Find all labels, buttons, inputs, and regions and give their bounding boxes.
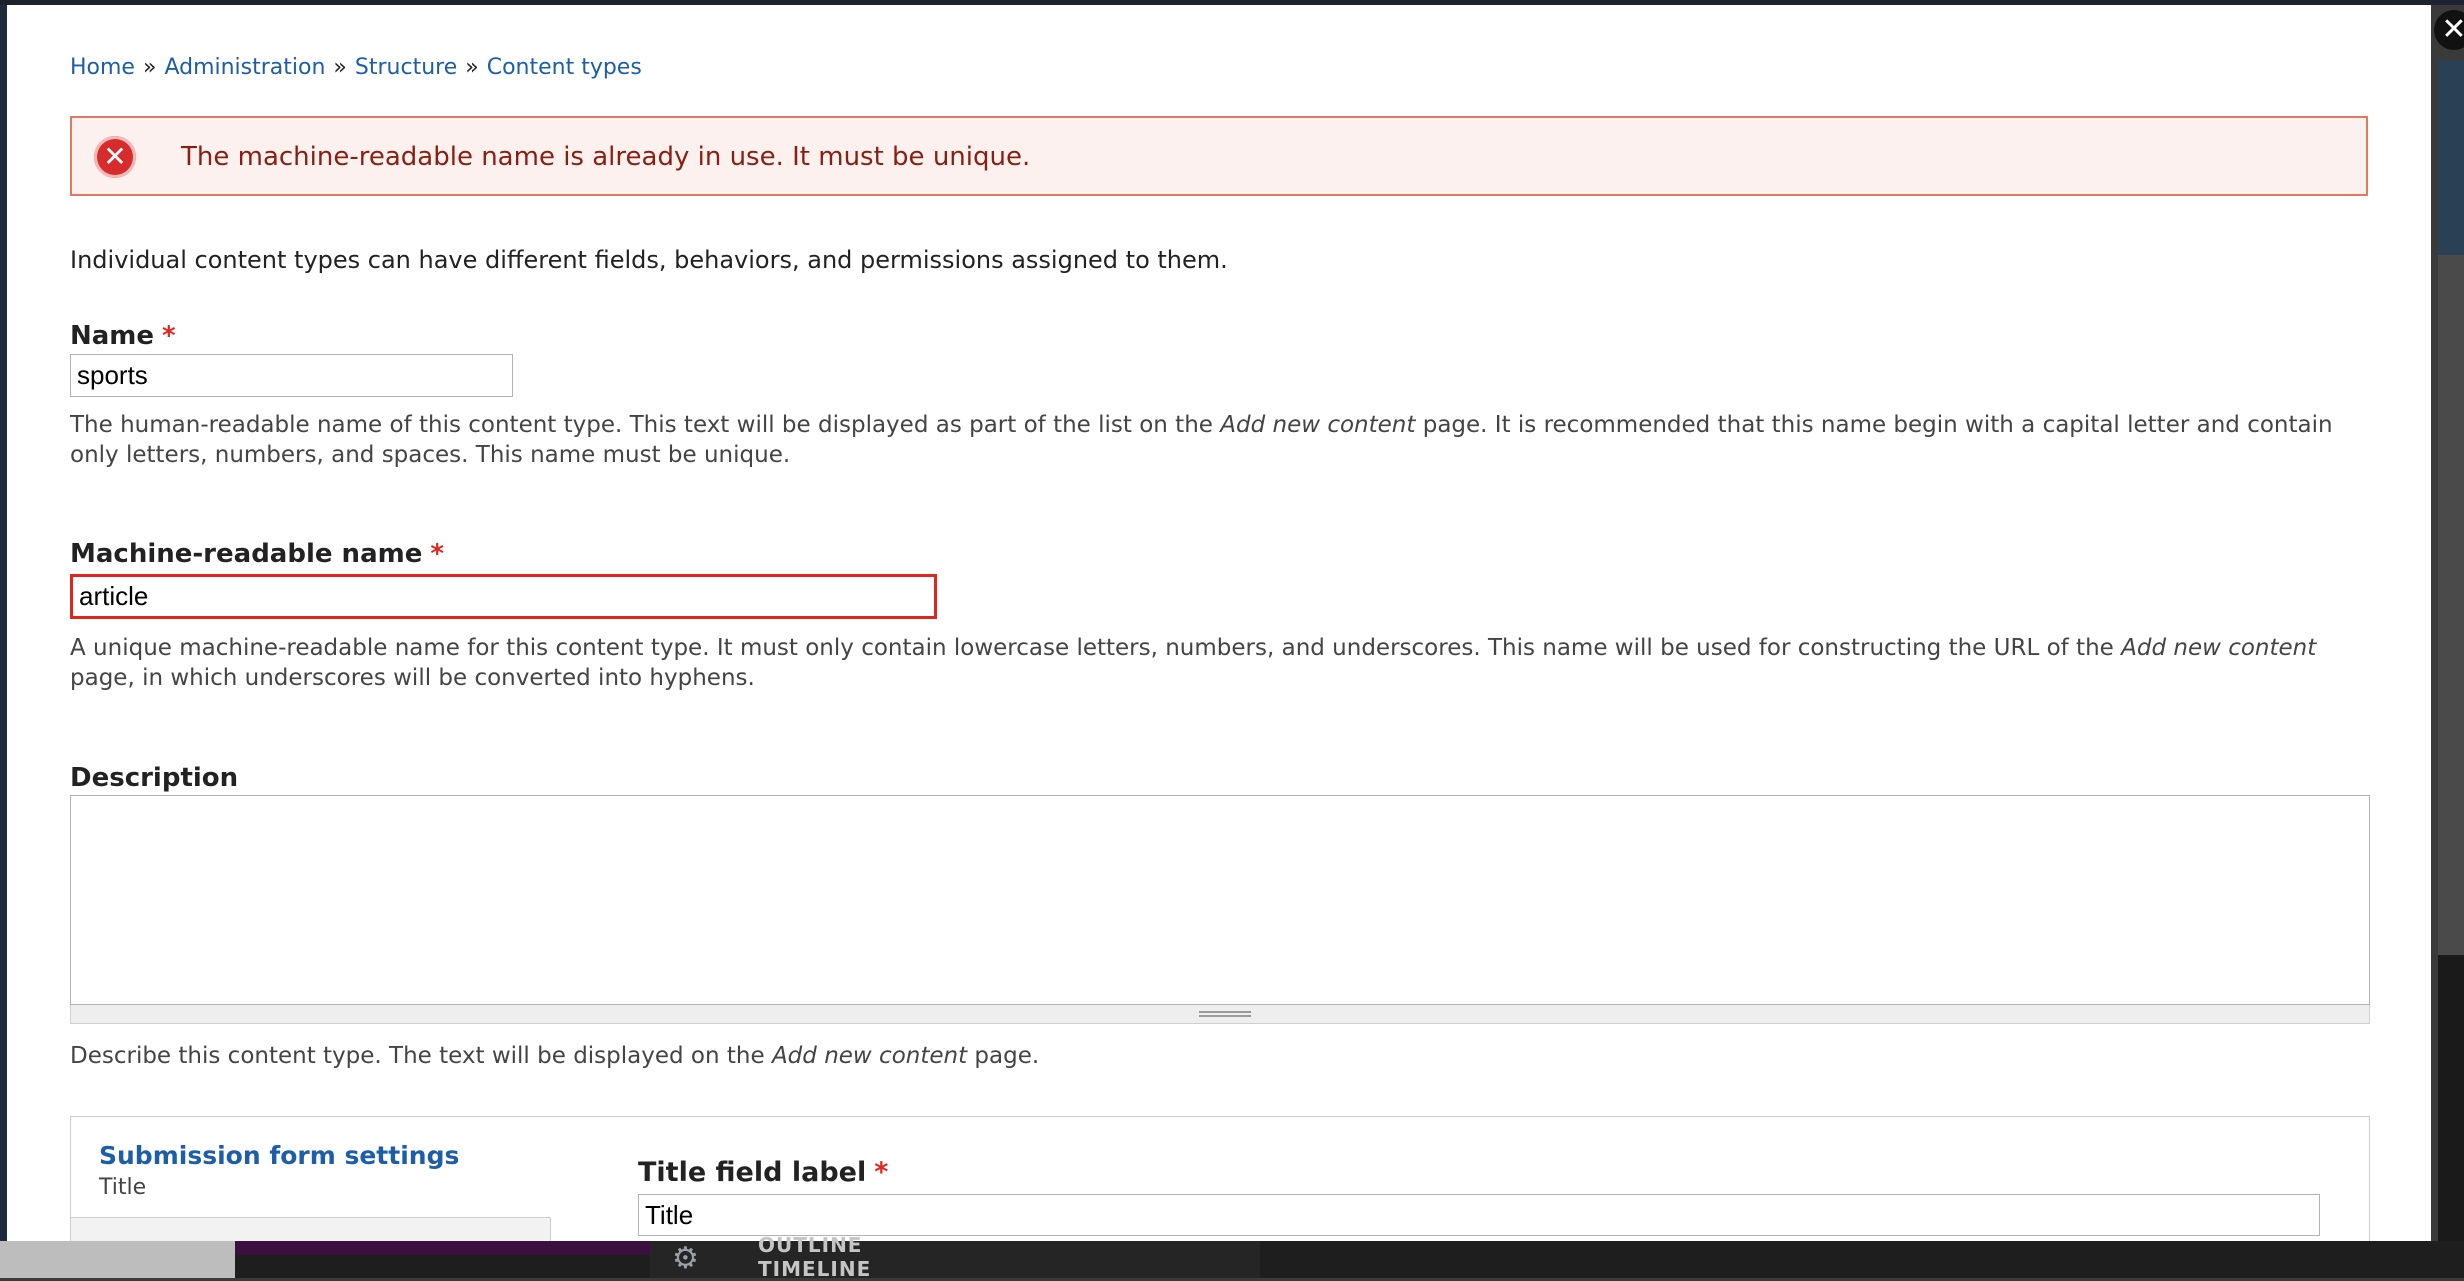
error-message-text: The machine-readable name is already in … — [181, 142, 1031, 172]
breadcrumb-home-link[interactable]: Home — [70, 55, 135, 80]
breadcrumb-separator: » — [142, 55, 157, 80]
breadcrumb-content-types-link[interactable]: Content types — [487, 55, 642, 80]
required-marker: * — [430, 539, 444, 569]
title-field-input[interactable] — [638, 1194, 2320, 1236]
background-right-strip — [2438, 60, 2464, 1278]
breadcrumb-separator: » — [333, 55, 347, 80]
textarea-resize-grip[interactable] — [70, 1005, 2370, 1024]
vertical-tabs: Submission form settings Title Title fie… — [70, 1116, 2370, 1241]
background-left-strip — [0, 0, 7, 1278]
error-x-icon: ✕ — [94, 136, 136, 178]
title-field-label: Title field label * — [638, 1157, 889, 1188]
error-message-box: ✕ The machine-readable name is already i… — [70, 116, 2368, 196]
required-marker: * — [162, 321, 176, 351]
breadcrumb: Home » Administration » Structure » Content ty… — [70, 55, 642, 80]
background-bottom-bar: ⚙ OUTLINE TIMELINE — [0, 1233, 2464, 1281]
intro-text: Individual content types can have differ… — [70, 246, 1228, 274]
description-textarea[interactable] — [70, 795, 2370, 1005]
close-dialog-icon[interactable]: ✕ — [2434, 10, 2464, 50]
required-marker: * — [874, 1157, 889, 1188]
machine-name-field-help: A unique machine-readable name for this … — [70, 635, 2317, 691]
add-content-type-dialog: Home » Administration » Structure » Content ty… — [7, 5, 2431, 1241]
tab-next-item[interactable] — [71, 1217, 551, 1241]
name-field-label: Name * — [70, 321, 176, 351]
gear-clock-icon: ⚙ — [672, 1241, 699, 1276]
tab-summary: Title — [99, 1175, 147, 1200]
breadcrumb-administration-link[interactable]: Administration — [164, 55, 325, 80]
description-field-label: Description — [70, 763, 239, 793]
breadcrumb-structure-link[interactable]: Structure — [355, 55, 457, 80]
machine-name-input[interactable] — [70, 574, 937, 619]
description-field-help: Describe this content type. The text wil… — [70, 1043, 1040, 1069]
background-side-panel: ⚙ OUTLINE TIMELINE — [650, 1233, 1260, 1281]
machine-name-field-label: Machine-readable name * — [70, 539, 444, 569]
timeline-section-label: TIMELINE — [758, 1257, 872, 1281]
outline-section-label: OUTLINE — [758, 1233, 863, 1257]
tab-submission-form-settings[interactable]: Submission form settings — [99, 1141, 459, 1170]
breadcrumb-separator: » — [465, 55, 479, 80]
name-input[interactable] — [70, 354, 513, 397]
name-field-help: The human-readable name of this content … — [70, 412, 2333, 468]
